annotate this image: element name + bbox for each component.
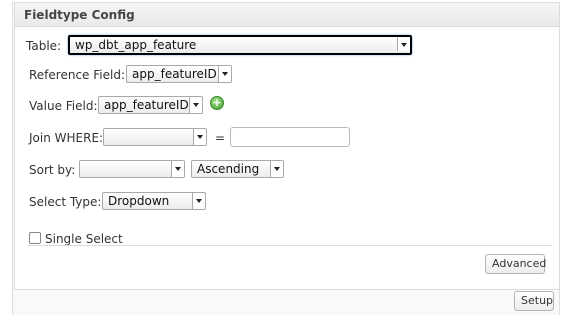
table-label: Table: <box>26 39 62 53</box>
single-select-checkbox[interactable] <box>29 232 41 244</box>
sort-by-field-select[interactable] <box>79 160 185 178</box>
chevron-down-icon <box>171 161 184 177</box>
setup-button[interactable]: Setup <box>514 291 554 311</box>
join-where-select[interactable] <box>103 128 207 146</box>
reference-field-select[interactable]: app_featureID <box>126 65 232 83</box>
value-field-select[interactable]: app_featureID <box>98 96 203 114</box>
plus-circle-icon[interactable]: + <box>210 96 224 110</box>
select-type-select[interactable]: Dropdown <box>102 192 206 210</box>
chevron-down-icon <box>397 37 410 51</box>
reference-field-label: Reference Field: <box>29 68 125 82</box>
value-field-label: Value Field: <box>29 99 98 113</box>
sort-order-select[interactable]: Ascending <box>191 160 284 178</box>
divider <box>28 245 552 246</box>
fieldtype-config-panel: Fieldtype Config Table: wp_dbt_app_featu… <box>14 2 560 290</box>
sort-order-value: Ascending <box>197 162 260 176</box>
chevron-down-icon <box>192 193 205 209</box>
join-where-label: Join WHERE: <box>29 131 104 145</box>
panel-title: Fieldtype Config <box>24 8 135 22</box>
join-where-input[interactable] <box>230 127 350 147</box>
chevron-down-icon <box>189 97 202 113</box>
single-select-label: Single Select <box>45 232 123 246</box>
table-select[interactable]: wp_dbt_app_feature <box>68 35 412 55</box>
select-type-value: Dropdown <box>108 194 170 208</box>
table-select-value: wp_dbt_app_feature <box>75 38 197 52</box>
reference-field-select-value: app_featureID <box>132 67 217 81</box>
chevron-down-icon <box>193 129 206 145</box>
sort-by-label: Sort by: <box>29 163 76 177</box>
value-field-select-value: app_featureID <box>104 98 189 112</box>
chevron-down-icon <box>218 66 231 82</box>
panel-header: Fieldtype Config <box>15 3 559 27</box>
join-where-operator: = <box>215 131 226 145</box>
chevron-down-icon <box>270 161 283 177</box>
select-type-label: Select Type: <box>29 195 102 209</box>
advanced-button[interactable]: Advanced <box>485 254 546 274</box>
